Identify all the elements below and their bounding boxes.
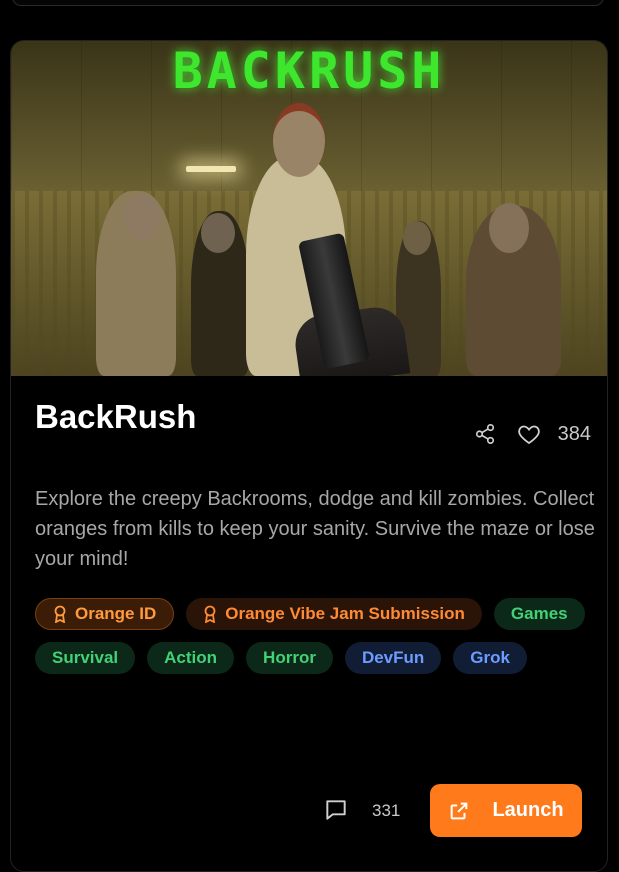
tag-label: Survival [52, 648, 119, 667]
cover-ceiling-lamp [186, 166, 236, 172]
game-stats: 384 [470, 419, 591, 449]
zombie-head [124, 194, 160, 240]
zombie-head [489, 203, 529, 253]
game-card: BACKRUSH BackRush 384 Explore the creepy… [10, 40, 608, 872]
game-cover-image[interactable]: BACKRUSH [11, 41, 607, 376]
card-footer: 331 Launch [11, 783, 607, 839]
zombie-head [403, 221, 431, 255]
tag-games[interactable]: Games [493, 598, 585, 630]
share-icon[interactable] [470, 419, 500, 449]
comment-count: 331 [372, 801, 401, 820]
tag-label: DevFun [361, 648, 425, 667]
tag-orange-vibe-jam[interactable]: Orange Vibe Jam Submission [186, 598, 482, 630]
game-description: Explore the creepy Backrooms, dodge and … [35, 488, 595, 570]
heart-icon[interactable] [514, 419, 544, 449]
tag-label: Orange Vibe Jam Submission [225, 604, 465, 623]
zombie-head [201, 213, 235, 253]
tag-orange-id[interactable]: Orange ID [35, 598, 175, 630]
zombie-head [273, 103, 325, 177]
badge-icon [53, 605, 67, 623]
like-count: 384 [557, 422, 591, 445]
external-link-icon [448, 800, 470, 822]
comment-icon[interactable] [323, 797, 349, 828]
game-logo: BACKRUSH [172, 42, 446, 100]
launch-label: Launch [492, 799, 564, 821]
tag-label: Grok [470, 648, 510, 667]
tag-action[interactable]: Action [147, 642, 235, 674]
previous-card-edge [12, 0, 604, 6]
tag-survival[interactable]: Survival [35, 642, 136, 674]
tag-horror[interactable]: Horror [246, 642, 333, 674]
tag-grok[interactable]: Grok [453, 642, 527, 674]
badge-icon [203, 605, 217, 623]
tag-label: Action [164, 648, 218, 667]
tag-label: Orange ID [75, 604, 157, 623]
tag-devfun[interactable]: DevFun [344, 642, 442, 674]
game-title[interactable]: BackRush [35, 398, 196, 436]
tag-list: Orange ID Orange Vibe Jam Submission Gam… [35, 598, 595, 674]
tag-label: Games [510, 604, 568, 623]
launch-button[interactable]: Launch [430, 784, 582, 837]
tag-label: Horror [263, 648, 316, 667]
